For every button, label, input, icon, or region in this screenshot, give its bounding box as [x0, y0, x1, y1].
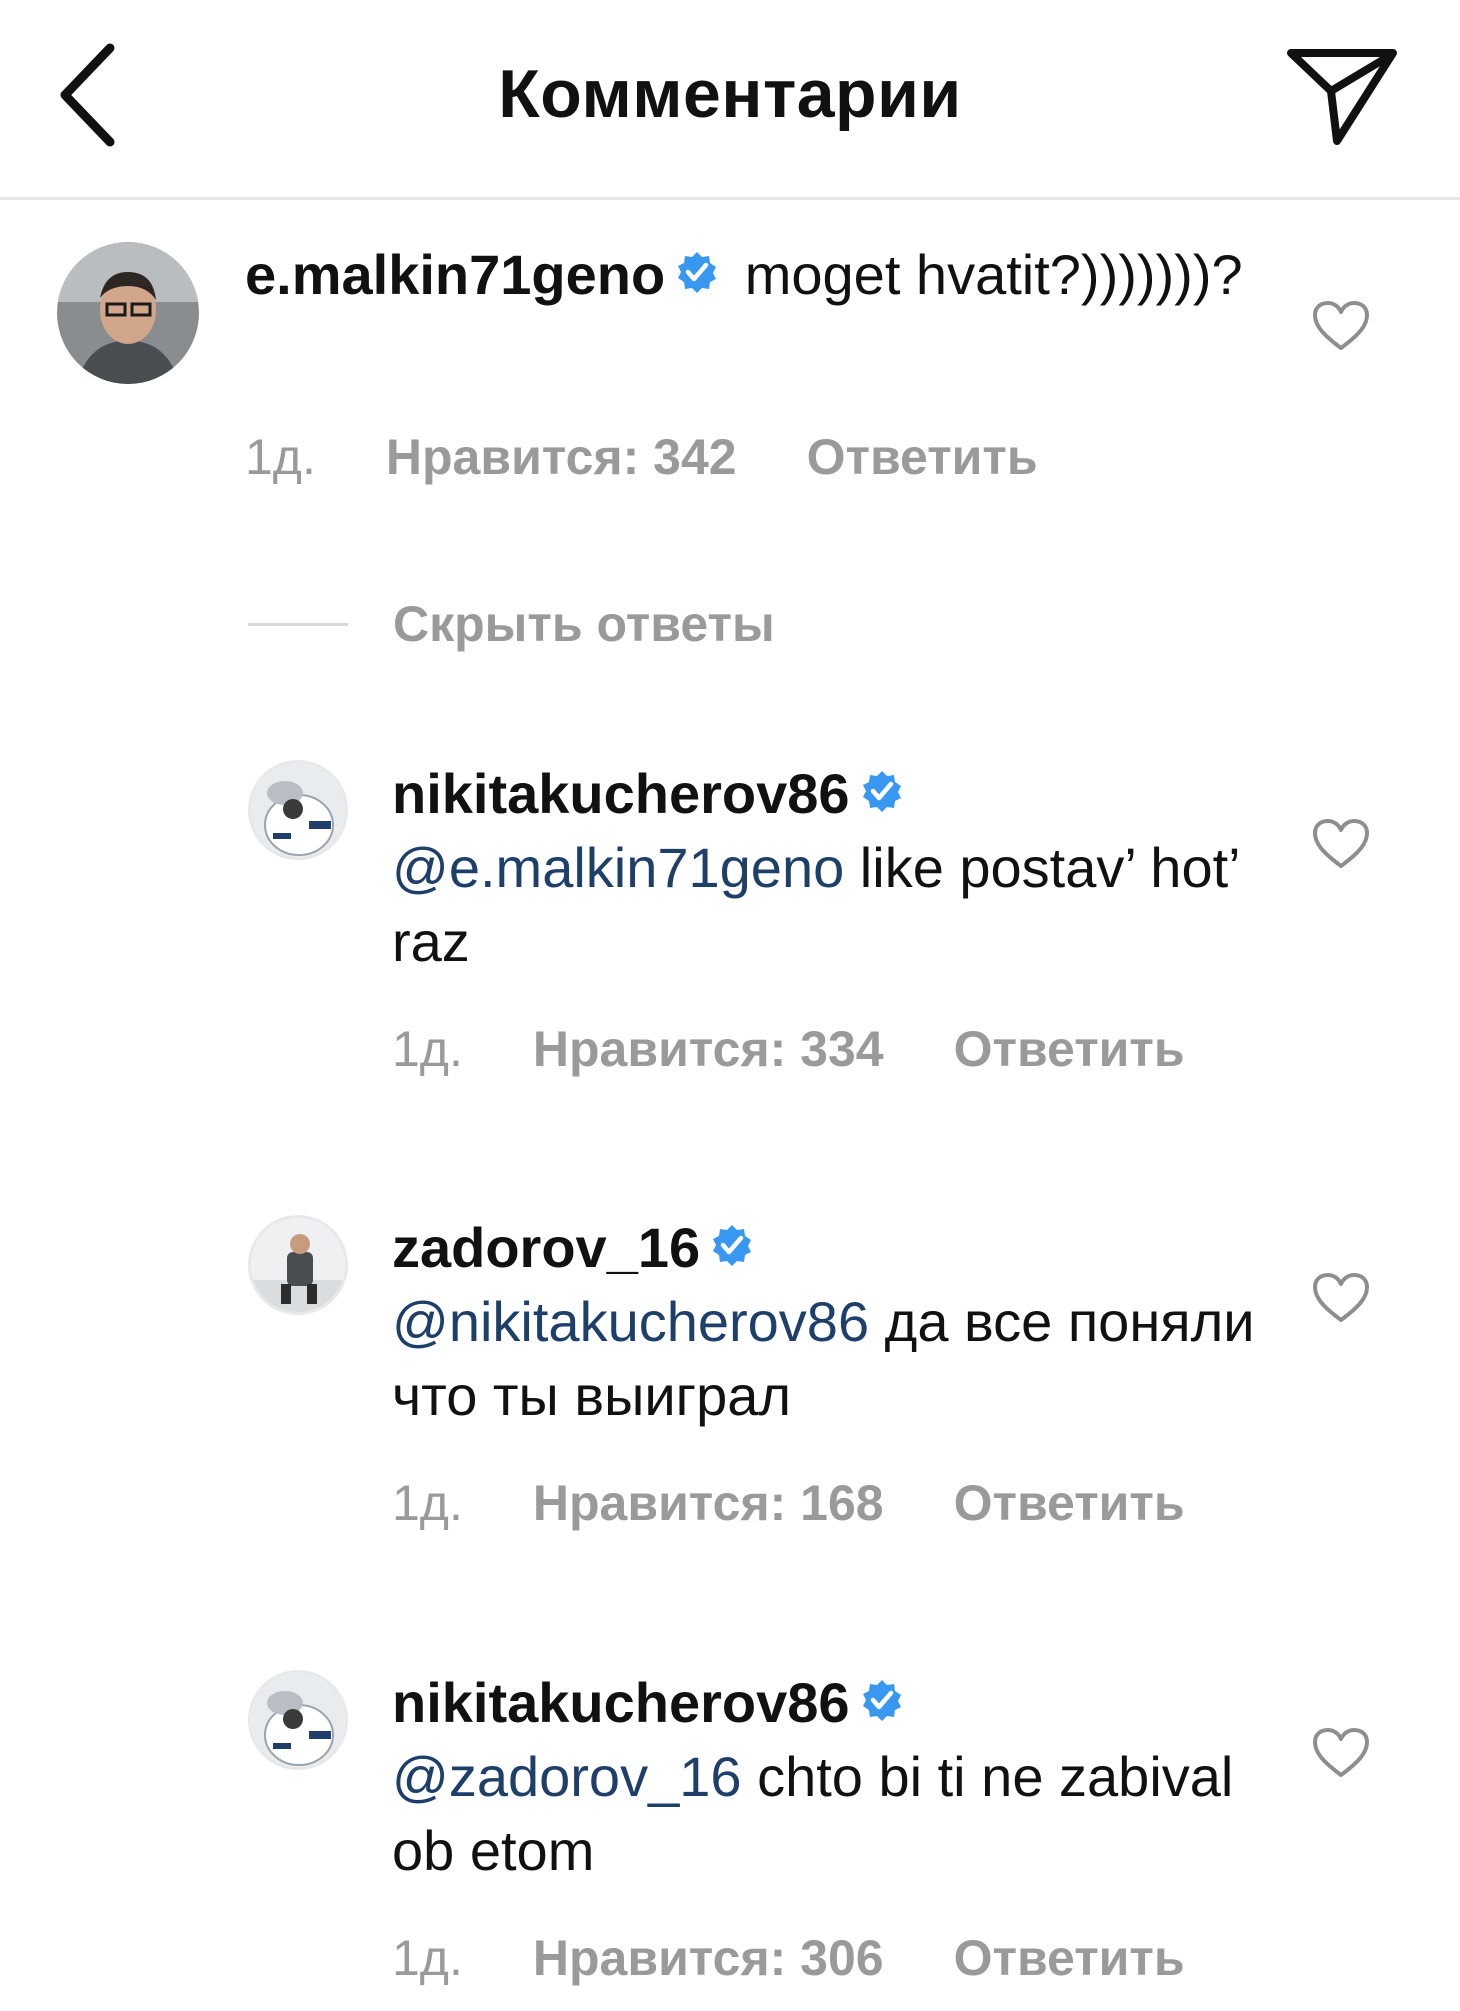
- verified-badge-icon: [675, 238, 719, 312]
- comment-time: 1д.: [392, 1930, 463, 1986]
- avatar[interactable]: [57, 242, 199, 384]
- reply-button[interactable]: Ответить: [807, 429, 1038, 485]
- username[interactable]: nikitakucherov86: [392, 1671, 850, 1734]
- heart-icon: [1313, 301, 1369, 350]
- avatar[interactable]: [248, 1670, 348, 1770]
- page-title: Комментарии: [498, 56, 962, 132]
- comment-meta: 1д. Нравится: 334 Ответить: [392, 1020, 1255, 1078]
- comment-text: zadorov_16 @nikitakucherov86 да все понял…: [392, 1211, 1272, 1433]
- likes-count[interactable]: Нравится: 342: [386, 429, 737, 485]
- likes-count[interactable]: Нравится: 168: [533, 1475, 884, 1531]
- reply-button[interactable]: Ответить: [954, 1021, 1185, 1077]
- comment-time: 1д.: [392, 1475, 463, 1531]
- like-button[interactable]: [1312, 1272, 1370, 1324]
- reply-button[interactable]: Ответить: [954, 1475, 1185, 1531]
- avatar[interactable]: [248, 1215, 348, 1315]
- avatar[interactable]: [248, 760, 348, 860]
- comment-meta: 1д. Нравится: 342 Ответить: [245, 428, 1108, 486]
- paper-plane-icon: [1287, 49, 1397, 145]
- verified-badge-icon: [860, 757, 904, 831]
- comment-meta: 1д. Нравится: 168 Ответить: [392, 1474, 1255, 1532]
- username[interactable]: e.malkin71geno: [245, 243, 665, 306]
- like-button[interactable]: [1312, 1727, 1370, 1779]
- hide-replies-label[interactable]: Скрыть ответы: [393, 595, 775, 653]
- verified-badge-icon: [710, 1211, 754, 1285]
- heart-icon: [1313, 819, 1369, 868]
- heart-icon: [1313, 1273, 1369, 1322]
- username[interactable]: nikitakucherov86: [392, 762, 850, 825]
- share-button[interactable]: [1285, 45, 1400, 145]
- mention-link[interactable]: @nikitakucherov86: [392, 1290, 869, 1353]
- divider: [248, 623, 348, 626]
- comment-time: 1д.: [245, 429, 316, 485]
- likes-count[interactable]: Нравится: 306: [533, 1930, 884, 1986]
- like-button[interactable]: [1312, 818, 1370, 870]
- like-button[interactable]: [1312, 300, 1370, 352]
- header-bar: Комментарии: [0, 0, 1460, 200]
- likes-count[interactable]: Нравится: 334: [533, 1021, 884, 1077]
- mention-link[interactable]: @zadorov_16: [392, 1745, 742, 1808]
- comment-text: nikitakucherov86 @zadorov_16 chto bi ti n…: [392, 1666, 1272, 1888]
- heart-icon: [1313, 1728, 1369, 1777]
- mention-link[interactable]: @e.malkin71geno: [392, 836, 844, 899]
- comment-content: moget hvatit?)))))))?: [729, 243, 1243, 306]
- username[interactable]: zadorov_16: [392, 1216, 700, 1279]
- comment-time: 1д.: [392, 1021, 463, 1077]
- comment-text: e.malkin71geno moget hvatit?)))))))?: [245, 238, 1285, 312]
- reply-button[interactable]: Ответить: [954, 1930, 1185, 1986]
- comment-meta: 1д. Нравится: 306 Ответить: [392, 1929, 1255, 1987]
- verified-badge-icon: [860, 1666, 904, 1740]
- comment-text: nikitakucherov86 @e.malkin71geno like pos…: [392, 757, 1272, 979]
